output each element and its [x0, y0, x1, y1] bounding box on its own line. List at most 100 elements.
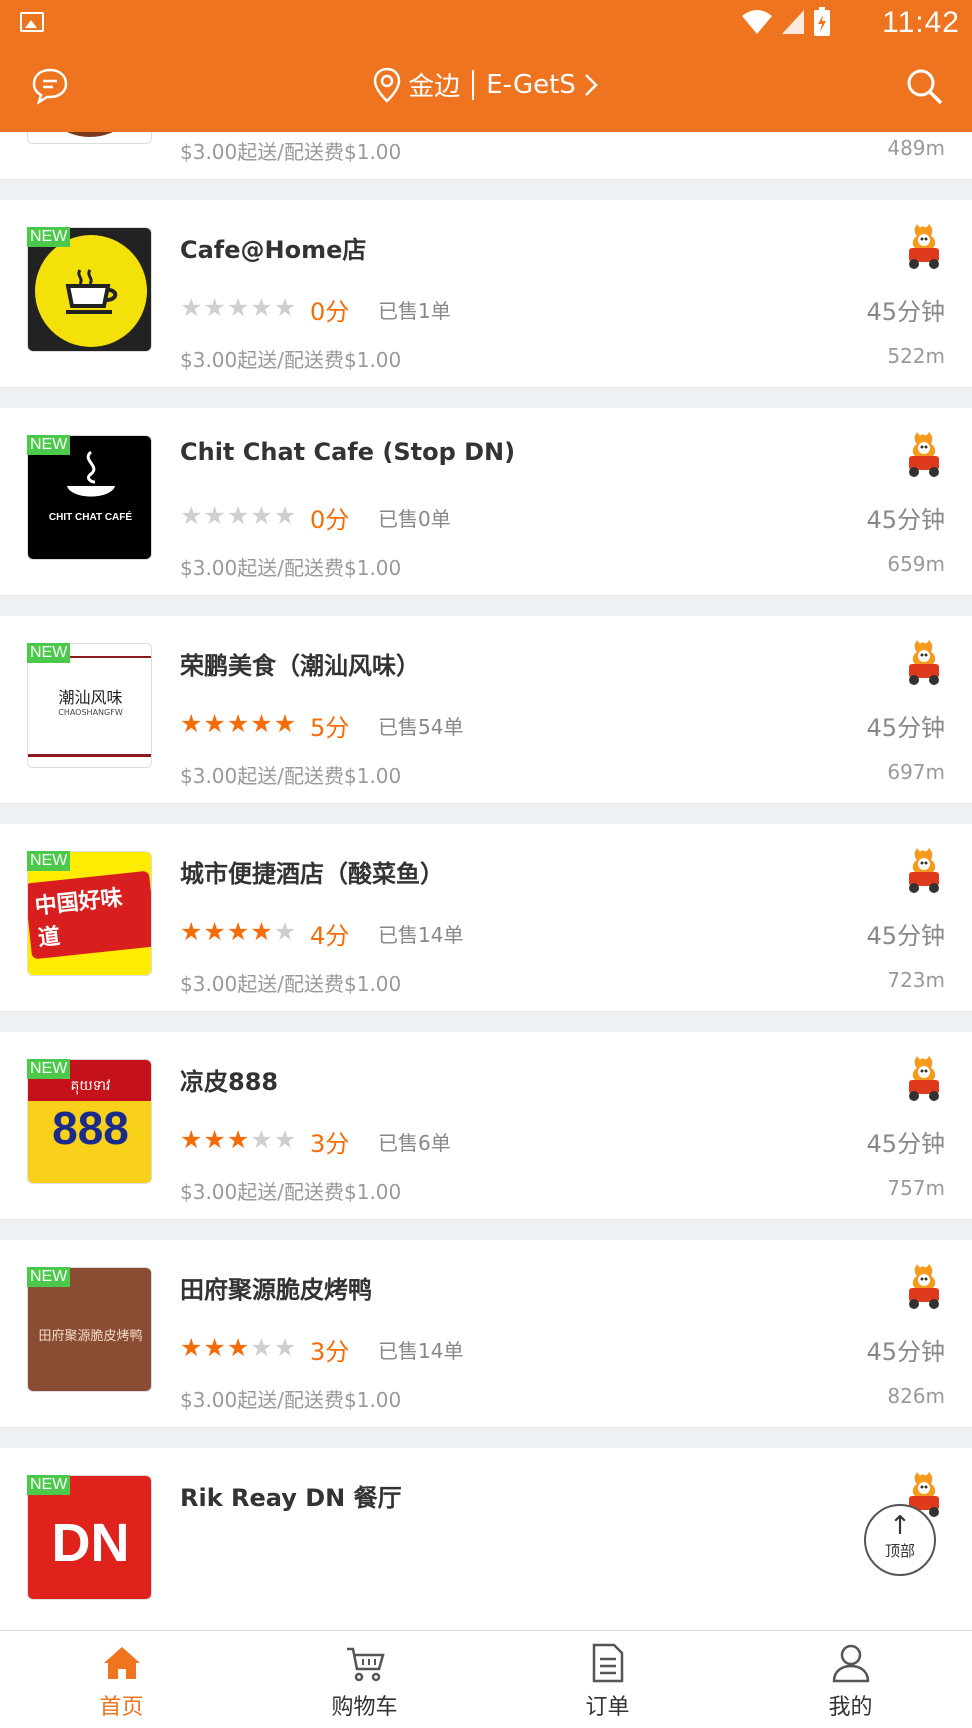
rating-stars: ★ ★ ★ ★ ★ [180, 918, 296, 946]
distance: 659m [887, 552, 945, 576]
search-icon[interactable] [904, 66, 944, 106]
rating-score: 0分 [310, 298, 350, 326]
wifi-icon [742, 10, 772, 34]
logo-text: 888 [52, 1102, 129, 1154]
star-icon: ★ [203, 917, 226, 946]
location-name: 金边 [408, 72, 461, 102]
new-badge: NEW [27, 1267, 71, 1287]
restaurant-name: Cafe@Home店 [180, 236, 367, 264]
nav-item-orders[interactable]: 订单 [486, 1631, 729, 1728]
nav-label-orders: 订单 [585, 1695, 630, 1720]
new-badge: NEW [27, 435, 71, 455]
battery-icon [814, 7, 830, 36]
nav-label-home: 首页 [99, 1695, 144, 1720]
delivery-mascot-icon [909, 640, 939, 685]
delivery-fee: $3.00起送/配送费$1.00 [180, 556, 402, 580]
arrow-up-icon: ↑ [889, 1511, 911, 1541]
star-icon: ★ [180, 917, 203, 946]
star-icon: ★ [273, 1125, 297, 1154]
star-icon: ★ [203, 709, 226, 738]
delivery-mascot-icon [909, 432, 939, 477]
star-icon: ★ [273, 709, 297, 738]
delivery-fee: $3.00起送/配送费$1.00 [180, 972, 402, 996]
star-icon: ★ [250, 501, 273, 530]
star-icon: ★ [250, 1333, 273, 1362]
star-icon: ★ [180, 709, 203, 738]
new-badge: NEW [27, 227, 71, 247]
delivery-time: 45分钟 [866, 298, 945, 326]
distance: 697m [887, 760, 945, 784]
star-icon: ★ [180, 293, 203, 322]
star-icon: ★ [203, 293, 226, 322]
distance: 826m [887, 1384, 945, 1408]
nav-item-profile[interactable]: 我的 [729, 1631, 972, 1728]
cart-icon [346, 1647, 385, 1682]
restaurant-card[interactable]: គុយទាវ 888 NEW 凉皮888 ★ ★ ★ ★ ★ 3分 已售6单 45分钟 $3.00起送/… [0, 1032, 972, 1220]
delivery-mascot-icon [909, 224, 939, 269]
app-header: 金边 E-GetS [0, 44, 972, 132]
star-icon: ★ [250, 709, 273, 738]
restaurant-card[interactable]: 潮汕风味 CHAOSHANGFW NEW 荣鹏美食（潮汕风味） ★ ★ ★ ★ ★ 5分 已售54单… [0, 616, 972, 804]
star-icon: ★ [203, 501, 226, 530]
delivery-time: 45分钟 [866, 1338, 945, 1366]
restaurant-list[interactable]: Coffee 1188NEW1188咖啡和餐厅★★★★★0分已售0单45分钟$3… [0, 132, 972, 1630]
delivery-fee: $3.00起送/配送费$1.00 [180, 140, 402, 164]
logo-text: 田府聚源脆皮烤鸭 [38, 1329, 143, 1344]
sold-count: 已售14单 [378, 923, 464, 947]
rating-stars: ★ ★ ★ ★ ★ [180, 1126, 296, 1154]
distance: 522m [887, 344, 945, 368]
star-icon: ★ [226, 501, 250, 530]
cup-icon [65, 268, 117, 314]
delivery-fee: $3.00起送/配送费$1.00 [180, 1180, 402, 1204]
divider [472, 69, 475, 100]
restaurant-logo: Coffee 1188 [27, 132, 152, 144]
delivery-mascot-icon [909, 1056, 939, 1101]
location-selector[interactable]: 金边 E-GetS [0, 66, 972, 103]
restaurant-name: Rik Reay DN 餐厅 [180, 1484, 402, 1512]
star-icon: ★ [226, 293, 250, 322]
restaurant-name: 凉皮888 [180, 1068, 279, 1096]
new-badge: NEW [27, 1475, 71, 1495]
nav-label-profile: 我的 [828, 1695, 873, 1720]
chevron-right-icon [584, 73, 598, 96]
restaurant-card[interactable]: Coffee 1188NEW1188咖啡和餐厅★★★★★0分已售0单45分钟$3… [0, 132, 972, 180]
star-icon: ★ [250, 1125, 273, 1154]
delivery-fee: $3.00起送/配送费$1.00 [180, 348, 402, 372]
restaurant-name: Chit Chat Cafe (Stop DN) [180, 438, 516, 466]
star-icon: ★ [273, 1333, 297, 1362]
nav-label-cart: 购物车 [331, 1695, 398, 1720]
scroll-top-button[interactable]: ↑ 顶部 [864, 1504, 936, 1576]
rating-stars: ★ ★ ★ ★ ★ [180, 1334, 296, 1362]
sold-count: 已售1单 [378, 299, 451, 323]
restaurant-card[interactable]: NEW Cafe@Home店 ★ ★ ★ ★ ★ 0分 已售1单 45分钟 $3.00起送/配送费$… [0, 200, 972, 388]
sold-count: 已售54单 [378, 715, 464, 739]
logo-text: CHIT CHAT CAFÉ [48, 512, 133, 523]
restaurant-card[interactable]: 田府聚源脆皮烤鸭 NEW 田府聚源脆皮烤鸭 ★ ★ ★ ★ ★ 3分 已售14单 45分钟 $3.00… [0, 1240, 972, 1428]
nav-item-cart[interactable]: 购物车 [243, 1631, 486, 1728]
star-icon: ★ [180, 1333, 203, 1362]
new-badge: NEW [27, 851, 71, 871]
star-icon: ★ [180, 1125, 203, 1154]
restaurant-card[interactable]: DN NEW Rik Reay DN 餐厅 [0, 1448, 972, 1630]
star-icon: ★ [226, 917, 250, 946]
star-icon: ★ [273, 293, 297, 322]
home-icon [103, 1647, 140, 1679]
logo-text: 中国好味道 [28, 870, 151, 959]
restaurant-name: 荣鹏美食（潮汕风味） [180, 652, 420, 680]
profile-icon [832, 1644, 869, 1683]
delivery-time: 45分钟 [866, 506, 945, 534]
distance: 757m [887, 1176, 945, 1200]
rating-stars: ★ ★ ★ ★ ★ [180, 294, 296, 322]
delivery-fee: $3.00起送/配送费$1.00 [180, 764, 402, 788]
star-icon: ★ [180, 501, 203, 530]
rating-score: 5分 [310, 714, 350, 742]
delivery-time: 45分钟 [866, 922, 945, 950]
restaurant-card[interactable]: CHIT CHAT CAFÉ NEW Chit Chat Cafe (Stop DN… [0, 408, 972, 596]
restaurant-card[interactable]: 中国好味道 NEW 城市便捷酒店（酸菜鱼） ★ ★ ★ ★ ★ 4分 已售14单 45分钟 $3.00… [0, 824, 972, 1012]
nav-item-home[interactable]: 首页 [0, 1631, 243, 1728]
distance: 723m [887, 968, 945, 992]
delivery-fee: $3.00起送/配送费$1.00 [180, 1388, 402, 1412]
star-icon: ★ [226, 709, 250, 738]
delivery-mascot-icon [909, 1264, 939, 1309]
app-name: E-GetS [486, 69, 576, 100]
